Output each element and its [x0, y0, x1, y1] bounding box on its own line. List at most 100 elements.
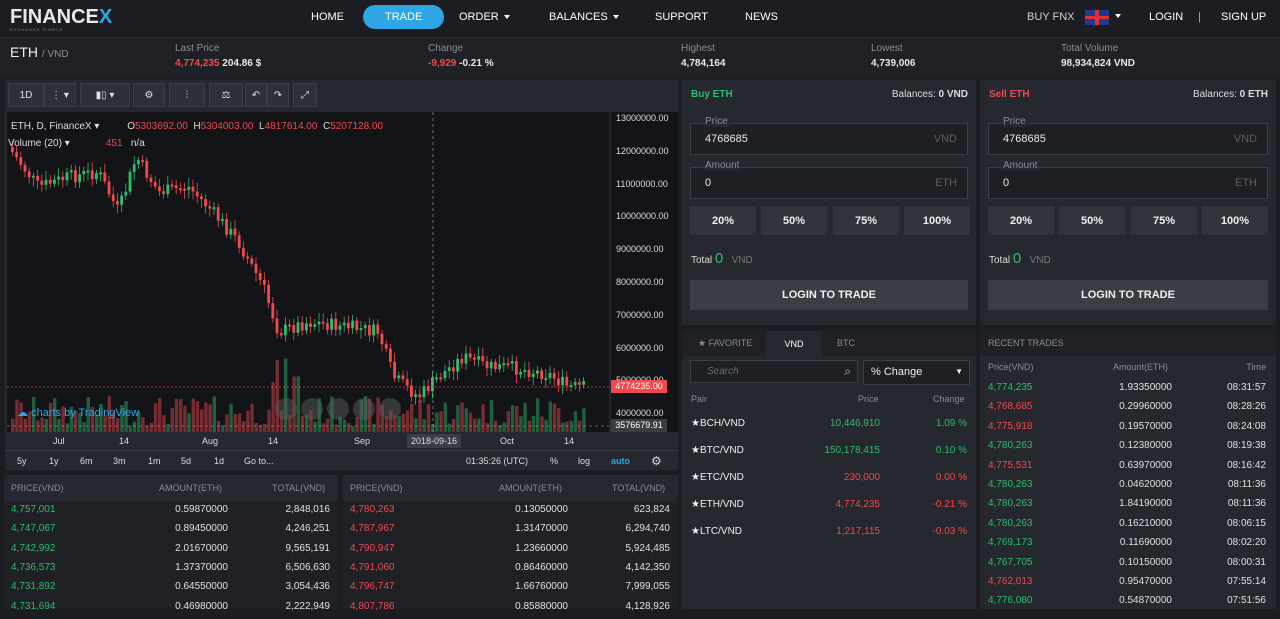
range-1y[interactable]: 1y	[49, 456, 59, 466]
tab-vnd[interactable]: VND	[766, 331, 822, 356]
pair-label: LTC/VND	[699, 526, 743, 537]
nav-balances[interactable]: BALANCES	[549, 11, 619, 23]
order-row[interactable]: 4,790,947 1.23660000 5,924,485	[343, 543, 678, 561]
volume-bar	[569, 421, 573, 432]
nav-trade[interactable]: TRADE	[363, 5, 445, 29]
range-1m[interactable]: 1m	[148, 456, 161, 466]
buy-login-button[interactable]: LOGIN TO TRADE	[690, 280, 968, 310]
order-row[interactable]: 4,747,067 0.89450000 4,246,251	[4, 523, 338, 541]
star-icon: ★	[698, 338, 707, 348]
sell-price-field[interactable]: Price 4768685 VND	[988, 116, 1268, 155]
scroll-right-icon[interactable]	[379, 398, 401, 420]
chevron-down-icon[interactable]	[1115, 14, 1121, 18]
range-3m[interactable]: 3m	[113, 456, 126, 466]
market-row[interactable]: ★BTC/VND 150,178,415 0.10 %	[682, 442, 976, 462]
zoom-in-icon[interactable]	[353, 398, 375, 420]
percent-toggle[interactable]: %	[550, 456, 558, 466]
auto-toggle[interactable]: auto	[611, 456, 630, 466]
nav-home[interactable]: HOME	[311, 11, 344, 23]
log-toggle[interactable]: log	[578, 456, 590, 466]
candle-body	[414, 394, 417, 397]
sell-amount-field[interactable]: Amount 0 ETH	[988, 160, 1268, 199]
reset-icon[interactable]	[327, 398, 349, 420]
range-5d[interactable]: 5d	[181, 456, 191, 466]
order-row[interactable]: 4,742,992 2.01670000 9,565,191	[4, 543, 338, 561]
legend-symbol[interactable]: ETH, D, FinanceX	[11, 121, 92, 132]
buy-pct-100[interactable]: 100%	[904, 206, 970, 235]
trade-time: 08:11:36	[1227, 498, 1266, 510]
volume-bar	[502, 422, 506, 432]
compare-button[interactable]: ⚖	[209, 83, 243, 107]
recent-trades-title: RECENT TRADES	[988, 338, 1064, 348]
fullscreen-button[interactable]: ⤢	[293, 83, 317, 107]
buy-amount-field[interactable]: Amount 0 ETH	[690, 160, 968, 199]
zoom-out-icon[interactable]	[301, 398, 323, 420]
sell-pct-50[interactable]: 50%	[1059, 206, 1125, 235]
tab-btc[interactable]: BTC	[837, 338, 855, 348]
order-row[interactable]: 4,736,573 1.37370000 6,506,630	[4, 562, 338, 580]
market-row[interactable]: ★ETC/VND 230,000 0.00 %	[682, 469, 976, 489]
indicators-button[interactable]: ⫶	[169, 83, 205, 107]
order-row[interactable]: 4,731,892 0.64550000 3,054,436	[4, 581, 338, 599]
range-5y[interactable]: 5y	[17, 456, 27, 466]
sell-pct-75[interactable]: 75%	[1131, 206, 1197, 235]
chart-type-button[interactable]: ▮▯ ▾	[80, 83, 130, 107]
sell-pct-20[interactable]: 20%	[988, 206, 1054, 235]
trade-time: 08:31:57	[1227, 382, 1266, 393]
buy-price-field[interactable]: Price 4768685 VND	[690, 116, 968, 155]
nav-order[interactable]: ORDER	[459, 11, 510, 23]
sort-select[interactable]: % Change ▼	[863, 360, 970, 385]
scroll-left-icon[interactable]	[275, 398, 297, 420]
range-1d[interactable]: 1d	[214, 456, 224, 466]
star-icon[interactable]: ★	[691, 499, 700, 510]
star-icon[interactable]: ★	[691, 472, 700, 483]
order-row[interactable]: 4,780,263 0.13050000 623,824	[343, 504, 678, 522]
redo-button[interactable]: ↷	[267, 83, 289, 107]
tab-favorite[interactable]: ★ FAVORITE	[698, 338, 752, 349]
signup-link[interactable]: SIGN UP	[1221, 11, 1266, 23]
buy-total-value: 0	[714, 250, 724, 267]
buy-pct-75[interactable]: 75%	[833, 206, 899, 235]
order-total: 623,824	[633, 504, 670, 515]
order-row[interactable]: 4,731,694 0.46980000 2,222,949	[4, 601, 338, 619]
change-label: Change	[428, 43, 464, 54]
order-price: 4,791,060	[350, 561, 395, 573]
nav-support[interactable]: SUPPORT	[655, 11, 708, 23]
order-row[interactable]: 4,787,967 1.31470000 6,294,740	[343, 523, 678, 541]
market-search-input[interactable]: Search ⌕	[690, 360, 858, 383]
pair-price: 1,217,115	[836, 526, 880, 537]
login-link[interactable]: LOGIN	[1149, 11, 1183, 23]
uk-flag-icon[interactable]	[1085, 10, 1109, 25]
buy-total: Total 0 VND	[691, 250, 753, 267]
star-icon[interactable]: ★	[691, 526, 700, 537]
sell-pct-100[interactable]: 100%	[1202, 206, 1268, 235]
buy-fnx-link[interactable]: BUY FNX	[1027, 11, 1074, 23]
market-row[interactable]: ★LTC/VND 1,217,115 -0.03 %	[682, 523, 976, 543]
candle-body	[204, 199, 207, 207]
order-row[interactable]: 4,791,060 0.86460000 4,142,350	[343, 562, 678, 580]
order-total: 7,999,055	[625, 581, 671, 593]
buy-pct-50[interactable]: 50%	[761, 206, 827, 235]
more-intervals-button[interactable]: ⋮ ▾	[44, 83, 76, 107]
settings-button[interactable]: ⚙	[133, 83, 165, 107]
undo-button[interactable]: ↶	[245, 83, 267, 107]
market-row[interactable]: ★ETH/VND 4,774,235 -0.21 %	[682, 496, 976, 516]
buy-pct-20[interactable]: 20%	[690, 206, 756, 235]
sell-login-button[interactable]: LOGIN TO TRADE	[988, 280, 1268, 310]
goto-button[interactable]: Go to...	[244, 456, 274, 466]
order-row[interactable]: 4,807,786 0.85880000 4,128,926	[343, 601, 678, 619]
nav-news[interactable]: NEWS	[745, 11, 778, 23]
order-row[interactable]: 4,757,001 0.59870000 2,848,016	[4, 504, 338, 522]
volume-legend-label[interactable]: Volume (20)	[8, 138, 62, 149]
interval-select[interactable]: 1D	[8, 83, 44, 107]
order-row[interactable]: 4,796,747 1.66760000 7,999,055	[343, 581, 678, 599]
gear-icon[interactable]: ⚙	[651, 454, 662, 468]
price-chart[interactable]: ETH, D, FinanceX ▾ O5303692.00 H5304003.…	[7, 112, 678, 432]
logo[interactable]: FINANCEX	[10, 6, 112, 29]
sell-total-label: Total	[989, 255, 1011, 266]
search-icon[interactable]: ⌕	[844, 364, 851, 379]
star-icon[interactable]: ★	[691, 418, 700, 429]
range-6m[interactable]: 6m	[80, 456, 93, 466]
market-row[interactable]: ★BCH/VND 10,446,910 1.09 %	[682, 415, 976, 435]
star-icon[interactable]: ★	[691, 445, 700, 456]
